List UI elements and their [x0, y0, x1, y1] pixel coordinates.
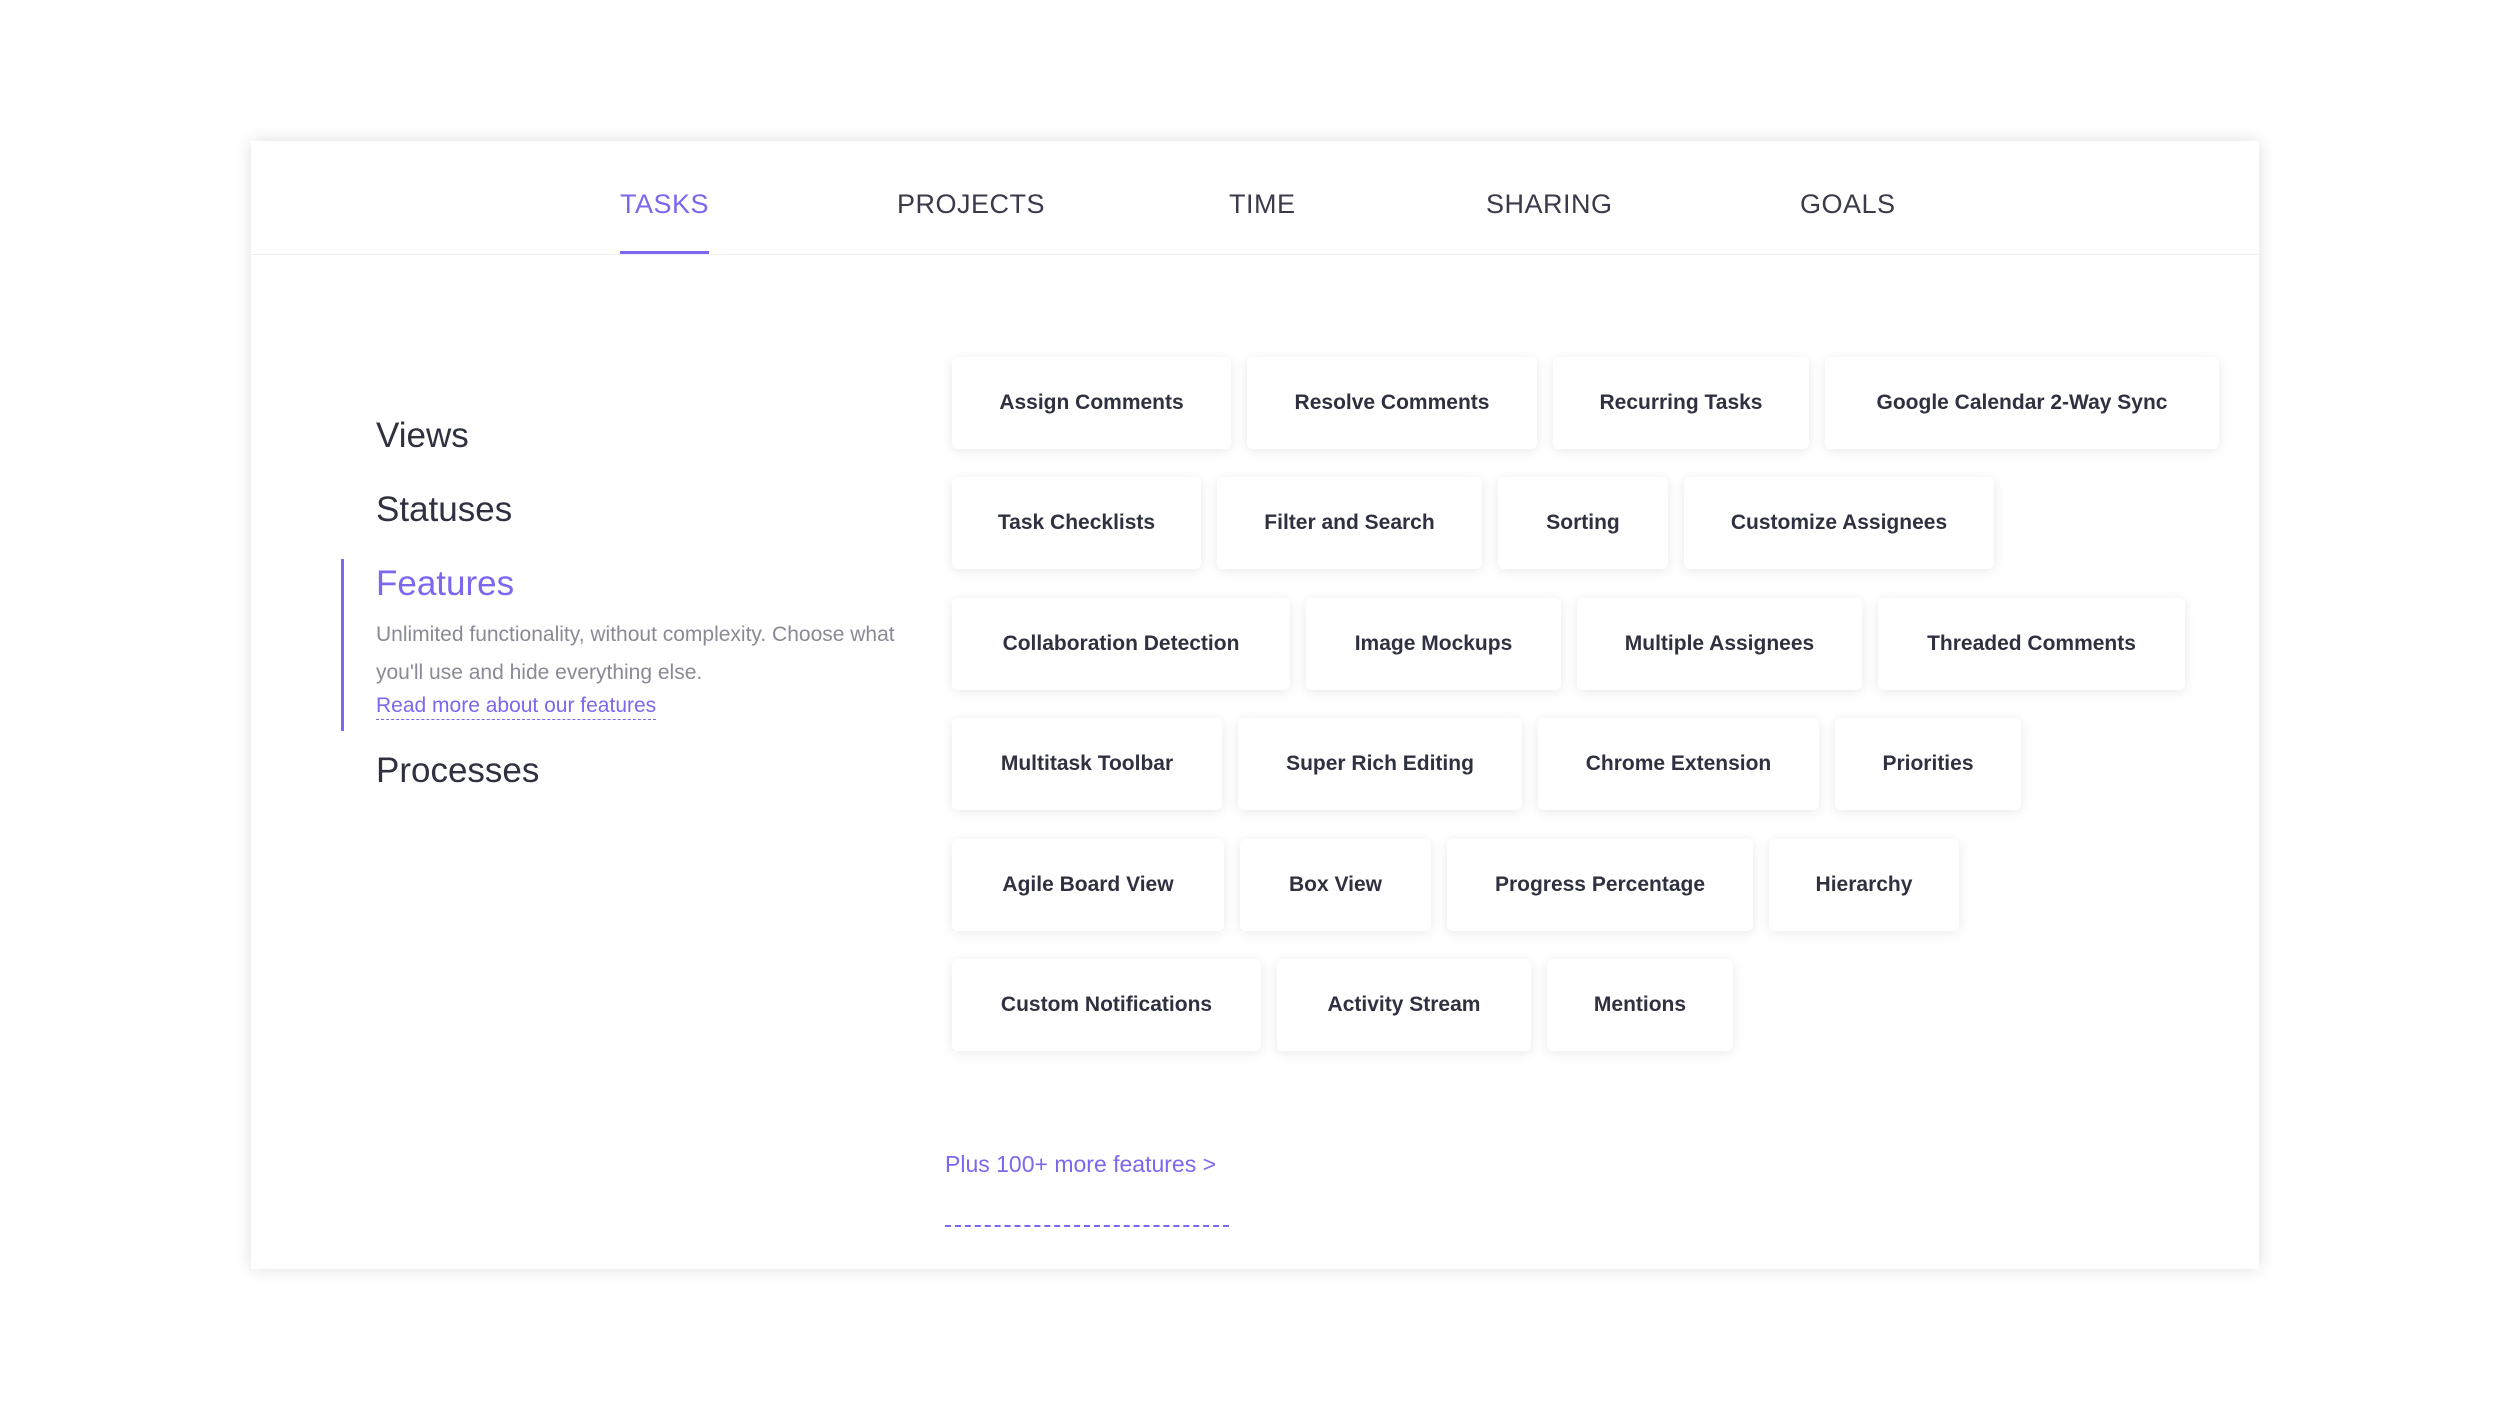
- feature-chip[interactable]: Agile Board View: [952, 839, 1224, 931]
- sidebar-item-features[interactable]: Features: [376, 564, 514, 604]
- tab-projects[interactable]: PROJECTS: [897, 189, 1045, 254]
- feature-chip[interactable]: Task Checklists: [952, 477, 1201, 569]
- feature-chip[interactable]: Customize Assignees: [1684, 477, 1994, 569]
- feature-chip[interactable]: Super Rich Editing: [1238, 718, 1522, 810]
- feature-chip[interactable]: Activity Stream: [1277, 959, 1531, 1051]
- more-features-link[interactable]: Plus 100+ more features >: [945, 1151, 1216, 1178]
- feature-chip[interactable]: Hierarchy: [1769, 839, 1959, 931]
- feature-chip[interactable]: Image Mockups: [1306, 598, 1561, 690]
- features-description: Unlimited functionality, without complex…: [376, 623, 895, 684]
- feature-chip[interactable]: Sorting: [1498, 477, 1668, 569]
- tab-bar: TASKS PROJECTS TIME SHARING GOALS: [251, 141, 2259, 255]
- sidebar-item-views[interactable]: Views: [376, 416, 469, 456]
- sidebar-item-processes[interactable]: Processes: [376, 751, 539, 791]
- feature-chip[interactable]: Recurring Tasks: [1553, 357, 1809, 449]
- feature-chip[interactable]: Chrome Extension: [1538, 718, 1819, 810]
- tab-sharing[interactable]: SHARING: [1486, 189, 1613, 254]
- active-indicator: [341, 559, 344, 731]
- features-card: TASKS PROJECTS TIME SHARING GOALS Views …: [251, 141, 2259, 1269]
- feature-chip[interactable]: Multiple Assignees: [1577, 598, 1862, 690]
- feature-chip[interactable]: Mentions: [1547, 959, 1733, 1051]
- feature-chip[interactable]: Resolve Comments: [1247, 357, 1537, 449]
- feature-chip[interactable]: Multitask Toolbar: [952, 718, 1222, 810]
- feature-chip[interactable]: Google Calendar 2-Way Sync: [1825, 357, 2219, 449]
- feature-chip[interactable]: Priorities: [1835, 718, 2021, 810]
- more-features-underline: [945, 1225, 1229, 1227]
- tab-tasks[interactable]: TASKS: [620, 189, 710, 254]
- tab-goals[interactable]: GOALS: [1800, 189, 1896, 254]
- feature-chip[interactable]: Threaded Comments: [1878, 598, 2185, 690]
- feature-chip[interactable]: Custom Notifications: [952, 959, 1261, 1051]
- feature-chip[interactable]: Box View: [1240, 839, 1431, 931]
- feature-chip[interactable]: Filter and Search: [1217, 477, 1482, 569]
- feature-chip[interactable]: Progress Percentage: [1447, 839, 1753, 931]
- sidebar-item-statuses[interactable]: Statuses: [376, 490, 512, 530]
- tab-time[interactable]: TIME: [1229, 189, 1296, 254]
- read-more-link[interactable]: Read more about our features: [376, 693, 657, 720]
- feature-chip[interactable]: Collaboration Detection: [952, 598, 1290, 690]
- feature-chip[interactable]: Assign Comments: [952, 357, 1231, 449]
